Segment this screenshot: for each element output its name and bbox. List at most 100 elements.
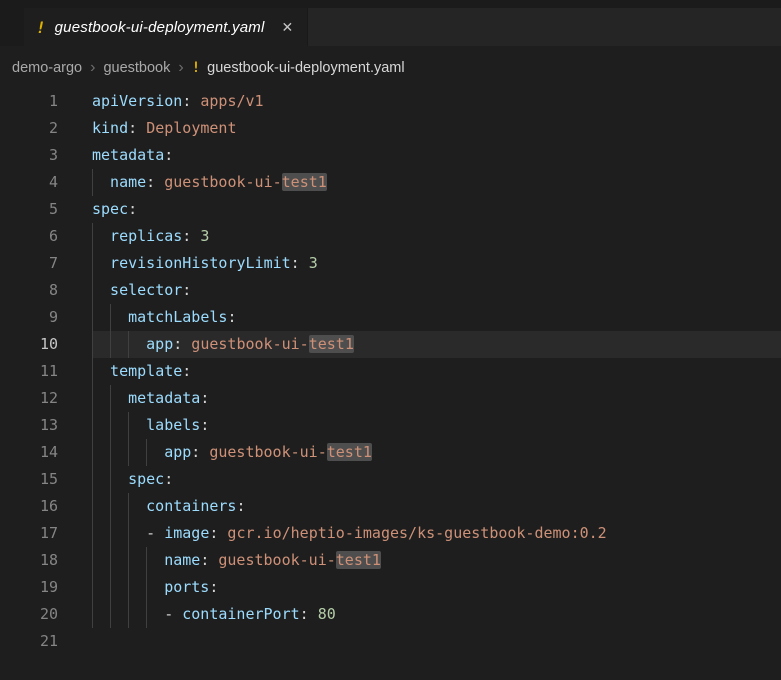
code-token: spec [92,200,128,218]
code-token: - [164,605,182,623]
code-token: gcr.io/heptio-images/ks-guestbook-demo:0… [227,524,606,542]
code-text: app: guestbook-ui-test1 [92,331,781,358]
code-token: guestbook-ui- [191,335,308,353]
code-token: guestbook-ui- [209,443,326,461]
code-line[interactable]: 19ports: [0,574,781,601]
line-number: 18 [0,547,92,574]
tab-guestbook-ui-deployment[interactable]: ! guestbook-ui-deployment.yaml ✕ [24,8,308,46]
breadcrumb-item-demo-argo[interactable]: demo-argo [12,60,82,76]
highlighted-word: test1 [336,551,381,569]
code-token: : [164,146,173,164]
code-token: : [200,389,209,407]
code-text: apiVersion: apps/v1 [92,88,781,115]
code-token: matchLabels [128,308,227,326]
indent-guide-icon [146,547,164,574]
code-token: metadata [92,146,164,164]
code-text: - image: gcr.io/heptio-images/ks-guestbo… [92,520,781,547]
code-token: replicas [110,227,182,245]
code-token: template [110,362,182,380]
line-number: 16 [0,493,92,520]
indent-guide-icon [128,331,146,358]
code-text: labels: [92,412,781,439]
code-line[interactable]: 15 spec: [0,466,781,493]
line-number: 14 [0,439,92,466]
indent-guide-icon [92,223,110,250]
breadcrumb-item-file[interactable]: guestbook-ui-deployment.yaml [207,60,404,76]
indent-guide-icon [92,439,110,466]
indent-guide-icon [92,574,110,601]
line-number: 19 [0,574,92,601]
code-token: : [300,605,318,623]
code-token: : [227,308,236,326]
breadcrumb-item-guestbook[interactable]: guestbook [103,60,170,76]
code-line[interactable]: 5spec: [0,196,781,223]
code-token: : [182,362,191,380]
code-token: : [236,497,245,515]
code-line[interactable]: 20- containerPort: 80 [0,601,781,628]
indent-guide-icon [110,466,128,493]
warning-icon: ! [192,60,200,76]
code-line[interactable]: 9matchLabels: [0,304,781,331]
code-token: : [209,578,218,596]
indent-guide-icon [110,439,128,466]
line-number: 13 [0,412,92,439]
code-token: spec [128,470,164,488]
line-number: 1 [0,88,92,115]
editor[interactable]: 1apiVersion: apps/v12kind: Deployment3me… [0,88,781,655]
code-line[interactable]: 21 [0,628,781,655]
tab-close-icon[interactable]: ✕ [282,19,294,36]
line-number: 20 [0,601,92,628]
code-token: guestbook-ui- [164,173,281,191]
code-text: replicas: 3 [92,223,781,250]
code-line[interactable]: 1apiVersion: apps/v1 [0,88,781,115]
code-token: selector [110,281,182,299]
breadcrumb: demo-argo › guestbook › ! guestbook-ui-d… [0,46,781,88]
code-line[interactable]: 6replicas: 3 [0,223,781,250]
code-line[interactable]: 11template: [0,358,781,385]
code-line[interactable]: 3metadata: [0,142,781,169]
code-line[interactable]: 8selector: [0,277,781,304]
code-line[interactable]: 4name: guestbook-ui-test1 [0,169,781,196]
code-text: ports: [92,574,781,601]
code-token: revisionHistoryLimit [110,254,291,272]
code-line[interactable]: 10app: guestbook-ui-test1 [0,331,781,358]
line-number: 4 [0,169,92,196]
code-token: metadata [128,389,200,407]
code-token: name [164,551,200,569]
code-line[interactable]: 17- image: gcr.io/heptio-images/ks-guest… [0,520,781,547]
code-line[interactable]: 12metadata: [0,385,781,412]
highlighted-word: test1 [327,443,372,461]
code-text: matchLabels: [92,304,781,331]
indent-guide-icon [92,520,110,547]
indent-guide-icon [92,547,110,574]
indent-guide-icon [92,331,110,358]
code-token: : [146,173,164,191]
code-token: image [164,524,209,542]
code-token: : [164,470,173,488]
indent-guide-icon [128,601,146,628]
chevron-right-icon: › [89,60,96,76]
code-token: labels [146,416,200,434]
code-line[interactable]: 7revisionHistoryLimit: 3 [0,250,781,277]
code-token: guestbook-ui- [218,551,335,569]
code-line[interactable]: 13labels: [0,412,781,439]
code-token: 80 [318,605,336,623]
indent-guide-icon [146,439,164,466]
code-line[interactable]: 14app: guestbook-ui-test1 [0,439,781,466]
code-token: ports [164,578,209,596]
code-text: name: guestbook-ui-test1 [92,169,781,196]
indent-guide-icon [110,412,128,439]
tab-bar-spacer [0,8,24,46]
line-number: 8 [0,277,92,304]
code-line[interactable]: 2kind: Deployment [0,115,781,142]
code-text: revisionHistoryLimit: 3 [92,250,781,277]
code-line[interactable]: 16containers: [0,493,781,520]
line-number: 3 [0,142,92,169]
code-lines: 1apiVersion: apps/v12kind: Deployment3me… [0,88,781,655]
highlighted-word: test1 [309,335,354,353]
line-number: 15 [0,466,92,493]
indent-guide-icon [110,385,128,412]
tab-title: guestbook-ui-deployment.yaml [55,19,265,36]
code-line[interactable]: 18name: guestbook-ui-test1 [0,547,781,574]
code-token: : [209,524,227,542]
